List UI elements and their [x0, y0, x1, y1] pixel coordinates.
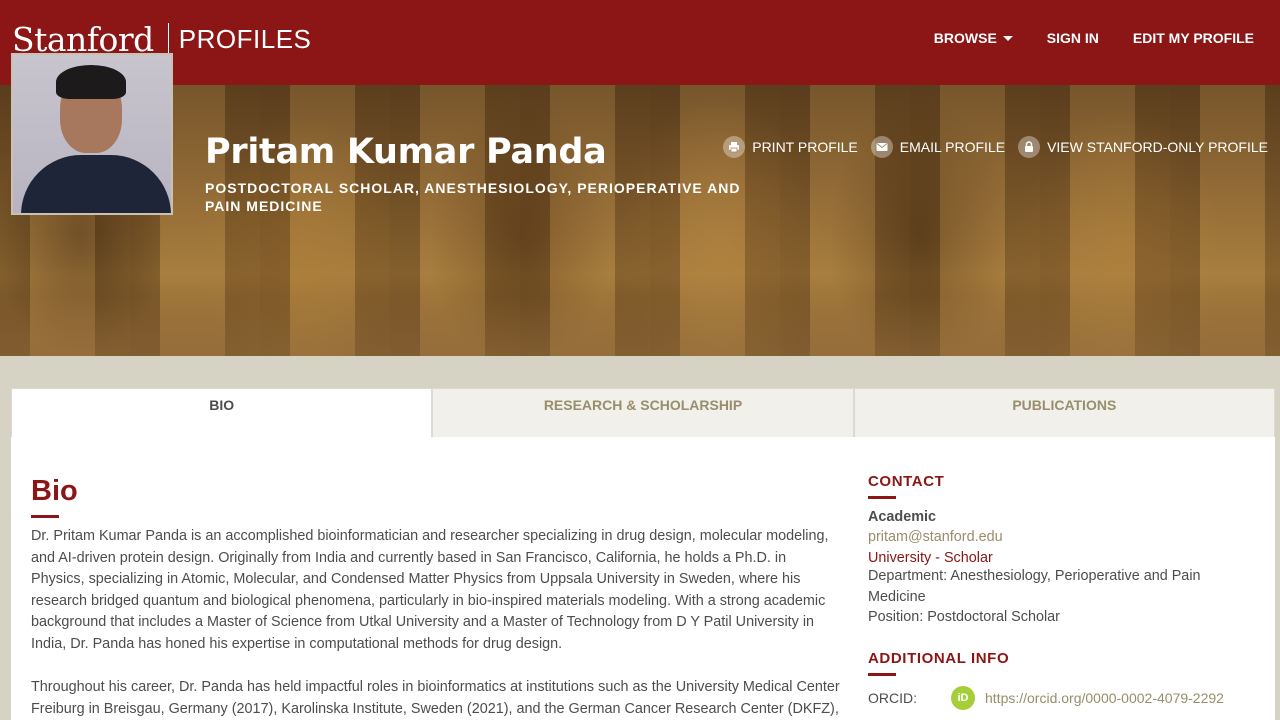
bio-paragraph: Dr. Pritam Kumar Panda is an accomplishe…: [31, 528, 829, 652]
tab-publications[interactable]: PUBLICATIONS: [853, 388, 1275, 438]
contact-department: Department: Anesthesiology, Perioperativ…: [868, 568, 1201, 605]
profile-photo: [11, 53, 173, 215]
envelope-icon: [870, 136, 893, 158]
browse-label: BROWSE: [933, 30, 997, 46]
orcid-row: ORCID: iD https://orcid.org/0000-0002-40…: [868, 685, 1248, 710]
profile-hero: [0, 85, 1280, 356]
contact-type: Academic: [868, 509, 936, 525]
sign-in-link[interactable]: SIGN IN: [1047, 30, 1099, 46]
bio-heading-rule: [31, 515, 59, 518]
print-profile-button[interactable]: PRINT PROFILE: [723, 136, 858, 158]
profile-actions: PRINT PROFILE EMAIL PROFILE VIEW STANFOR…: [723, 136, 1268, 158]
brand-divider: [167, 22, 169, 57]
bio-paragraph: Throughout his career, Dr. Panda has hel…: [31, 679, 840, 717]
tab-research-scholarship[interactable]: RESEARCH & SCHOLARSHIP: [432, 388, 854, 438]
top-nav: BROWSE SIGN IN EDIT MY PROFILE: [934, 30, 1254, 46]
additional-info-heading: ADDITIONAL INFO: [868, 649, 1010, 667]
orcid-icon: iD: [951, 685, 975, 710]
additional-info-heading-rule: [868, 672, 896, 676]
top-header: Stanford PROFILES BROWSE SIGN IN EDIT MY…: [0, 0, 1280, 85]
orcid-link[interactable]: https://orcid.org/0000-0002-4079-2292: [985, 690, 1224, 706]
profile-tabs: BIO RESEARCH & SCHOLARSHIP PUBLICATIONS: [11, 388, 1275, 438]
browse-menu[interactable]: BROWSE: [934, 30, 1013, 46]
stanford-only-profile-button[interactable]: VIEW STANFORD-ONLY PROFILE: [1018, 136, 1268, 158]
contact-heading: CONTACT: [868, 473, 945, 490]
tab-bio[interactable]: BIO: [11, 388, 433, 438]
edit-profile-link[interactable]: EDIT MY PROFILE: [1133, 30, 1254, 46]
bio-heading: Bio: [31, 475, 78, 507]
lock-icon: [1018, 136, 1041, 158]
stanford-only-profile-label: VIEW STANFORD-ONLY PROFILE: [1047, 139, 1268, 155]
brand-section: PROFILES: [178, 24, 312, 54]
contact-heading-rule: [868, 496, 896, 499]
contact-role: University - Scholar: [868, 550, 993, 566]
profile-title: POSTDOCTORAL SCHOLAR, ANESTHESIOLOGY, PE…: [205, 180, 741, 214]
print-icon: [723, 136, 746, 158]
print-profile-label: PRINT PROFILE: [752, 139, 858, 155]
orcid-label: ORCID:: [868, 689, 917, 706]
contact-position: Position: Postdoctoral Scholar: [868, 609, 1060, 625]
profile-name: Pritam Kumar Panda: [205, 132, 607, 172]
email-profile-button[interactable]: EMAIL PROFILE: [870, 136, 1006, 158]
email-profile-label: EMAIL PROFILE: [899, 139, 1006, 155]
contact-email-link[interactable]: pritam@stanford.edu: [868, 529, 1248, 545]
contact-sidebar: CONTACT Academic pritam@stanford.edu Uni…: [868, 473, 1248, 710]
main-content: Bio Dr. Pritam Kumar Panda is an accompl…: [11, 437, 1275, 720]
caret-down-icon: [1002, 36, 1013, 41]
